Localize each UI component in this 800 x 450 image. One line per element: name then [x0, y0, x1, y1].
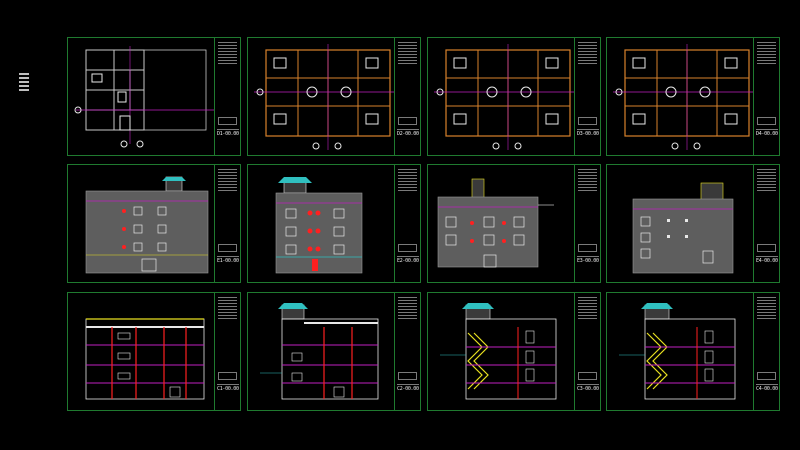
- floor-plan-drawing: [74, 44, 214, 150]
- sheet-floor-plan-4[interactable]: D4-00.00: [606, 37, 780, 156]
- title-block: D1-00.00: [214, 38, 240, 155]
- revision-stamp: [757, 372, 776, 380]
- title-block: E3-00.00: [574, 165, 600, 282]
- revision-stamp: [218, 244, 237, 252]
- title-block: E1-00.00: [214, 165, 240, 282]
- layer-mark: [19, 81, 29, 83]
- sheet-section-2[interactable]: C2-00.00: [247, 292, 421, 411]
- title-block: D3-00.00: [574, 38, 600, 155]
- sheet-code: E1-00.00: [217, 256, 239, 264]
- layer-mark: [19, 85, 29, 87]
- floor-plan-drawing: [254, 44, 394, 150]
- sheet-floor-plan-3[interactable]: D3-00.00: [427, 37, 601, 156]
- elevation-drawing: [434, 171, 574, 277]
- layer-mark: [19, 73, 29, 75]
- elevation-drawing: [74, 171, 214, 277]
- revision-stamp: [398, 117, 417, 125]
- sheet-code: C4-00.00: [756, 384, 778, 392]
- elevation-drawing: [613, 171, 753, 277]
- sheet-elevation-2[interactable]: E2-00.00: [247, 164, 421, 283]
- cad-layout-canvas[interactable]: D1-00.00 D2-00.00 D3-00.00 D4-00.00 E1-0…: [0, 0, 800, 450]
- revision-stamp: [757, 244, 776, 252]
- layer-mark: [19, 89, 29, 91]
- revision-stamp: [578, 372, 597, 380]
- sheet-elevation-4[interactable]: E4-00.00: [606, 164, 780, 283]
- title-block: E2-00.00: [394, 165, 420, 282]
- sheet-code: C1-00.00: [217, 384, 239, 392]
- elevation-drawing: [254, 171, 394, 277]
- layer-mark: [19, 77, 29, 79]
- sheet-code: E4-00.00: [756, 256, 778, 264]
- revision-stamp: [398, 244, 417, 252]
- sheet-floor-plan-1[interactable]: D1-00.00: [67, 37, 241, 156]
- sheet-section-1[interactable]: C1-00.00: [67, 292, 241, 411]
- floor-plan-drawing: [434, 44, 574, 150]
- sheet-floor-plan-2[interactable]: D2-00.00: [247, 37, 421, 156]
- revision-stamp: [578, 244, 597, 252]
- revision-stamp: [218, 372, 237, 380]
- sheet-elevation-1[interactable]: E1-00.00: [67, 164, 241, 283]
- sheet-code: E2-00.00: [397, 256, 419, 264]
- sheet-elevation-3[interactable]: E3-00.00: [427, 164, 601, 283]
- title-block: C2-00.00: [394, 293, 420, 410]
- title-block: C3-00.00: [574, 293, 600, 410]
- sheet-code: D1-00.00: [217, 129, 239, 137]
- section-drawing: [613, 299, 753, 405]
- section-drawing: [254, 299, 394, 405]
- sheet-section-3[interactable]: C3-00.00: [427, 292, 601, 411]
- section-drawing: [434, 299, 574, 405]
- revision-stamp: [578, 117, 597, 125]
- title-block: C1-00.00: [214, 293, 240, 410]
- revision-stamp: [757, 117, 776, 125]
- revision-stamp: [218, 117, 237, 125]
- floor-plan-drawing: [613, 44, 753, 150]
- title-block: E4-00.00: [753, 165, 779, 282]
- sheet-code: D2-00.00: [397, 129, 419, 137]
- sheet-code: D3-00.00: [577, 129, 599, 137]
- title-block: D4-00.00: [753, 38, 779, 155]
- section-drawing: [74, 299, 214, 405]
- title-block: C4-00.00: [753, 293, 779, 410]
- sheet-code: C2-00.00: [397, 384, 419, 392]
- sheet-section-4[interactable]: C4-00.00: [606, 292, 780, 411]
- title-block: D2-00.00: [394, 38, 420, 155]
- sheet-code: C3-00.00: [577, 384, 599, 392]
- layer-marker-list: [19, 73, 31, 93]
- sheet-code: D4-00.00: [756, 129, 778, 137]
- revision-stamp: [398, 372, 417, 380]
- sheet-code: E3-00.00: [577, 256, 599, 264]
